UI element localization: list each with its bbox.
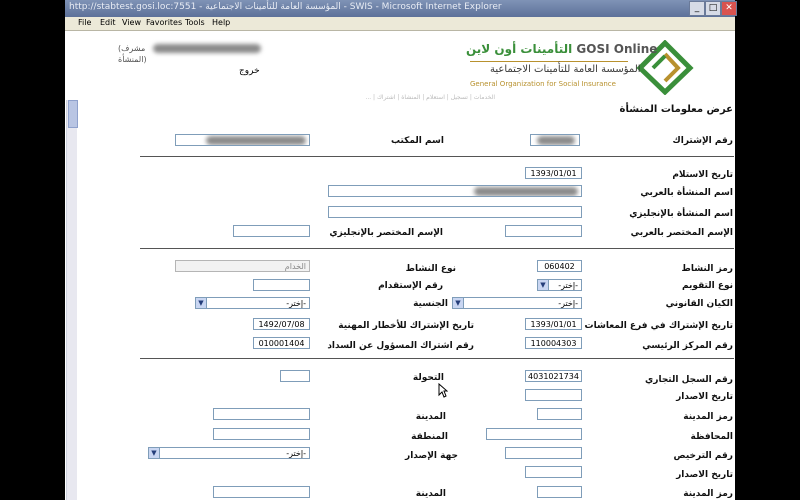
brand-ar: التأمينات أون لاين [466,42,573,56]
issue-date2-field[interactable] [525,466,582,478]
city2-field[interactable] [213,486,310,498]
name-ar-field[interactable] [328,185,582,197]
logout-link[interactable]: خروج [239,66,260,76]
window-titlebar: http://stabtest.gosi.loc:7551 - المؤسسة … [65,0,737,17]
org-name-en: General Organization for Social Insuranc… [470,80,616,88]
name-en-field[interactable] [328,206,582,218]
cr-no-field[interactable]: 4031021734 [525,370,582,382]
usage-no-label: رقم الإستقدام [378,281,443,291]
name-ar-label: اسم المنشأة بالعربي [640,188,733,198]
short-en-label: الإسم المختصر بالإنجليزي [329,228,443,238]
menu-bar: File Edit View Favorites Tools Help [65,17,735,31]
subscription-no-field[interactable] [530,134,580,146]
city2-label: المدينة [415,489,446,499]
pension-date-field[interactable]: 1393/01/01 [525,318,582,330]
license-no-field[interactable] [505,447,582,459]
license-no-label: رقم الترخيص [673,451,733,461]
vertical-scrollbar[interactable] [66,100,78,500]
menu-tools[interactable]: Tools [185,18,205,27]
hazards-date-label: تاريخ الإشتراك للأخطار المهنية [338,321,474,331]
user-role-2: المنشأة) [118,55,147,64]
user-role: (مشرف [118,44,146,53]
cr-no-label: رقم السجل التجاري [645,375,733,385]
legal-entity-label: الكيان القانوني [665,299,733,309]
menu-file[interactable]: File [78,18,91,27]
office-name-label: اسم المكتب [390,136,444,146]
legal-entity-select[interactable]: ▼ -إختر- [452,297,582,309]
issue-date-label: تاريخ الاصدار [676,392,733,402]
page-title: عرض معلومات المنشأة [619,104,733,115]
activity-code-field[interactable]: 060402 [537,260,582,272]
main-center-field[interactable]: 110004303 [525,337,582,349]
chevron-down-icon: ▼ [196,298,207,308]
name-en-label: اسم المنشأة بالإنجليزي [629,209,733,219]
menu-edit[interactable]: Edit [100,18,116,27]
issuer-label: جهة الإصدار [405,451,458,461]
short-en-field[interactable] [233,225,310,237]
window-title: http://stabtest.gosi.loc:7551 - المؤسسة … [69,2,502,12]
minimize-button[interactable]: _ [689,1,705,16]
maximize-button[interactable]: □ [705,1,721,16]
menu-view[interactable]: View [122,18,141,27]
hazards-date-field[interactable]: 1492/07/08 [253,318,310,330]
menu-favorites[interactable]: Favorites [146,18,182,27]
region-label: المنطقة [411,432,448,442]
brand-en: GOSI Online [576,42,658,56]
subscription-no-label: رقم الإشتراك [672,136,733,146]
city-label: المدينة [415,412,446,422]
pension-date-label: تاريخ الإشتراك في فرع المعاشات [584,321,733,331]
governorate-label: المحافظة [690,432,733,442]
activity-type-field: الخدام [175,260,310,272]
nationality-label: الجنسية [413,299,448,309]
nav-links-faint[interactable]: الخدمات | تسجيل | استعلام | المنشأة | اش… [125,94,495,101]
short-ar-field[interactable] [505,225,582,237]
chevron-down-icon: ▼ [149,448,160,458]
browser-content [65,31,735,500]
issuer-select[interactable]: ▼ -إختر- [148,447,310,459]
payer-no-label: رقم اشتراك المسؤول عن السداد [327,341,474,351]
nationality-select[interactable]: ▼ -إختر- [195,297,310,309]
governorate-field[interactable] [486,428,582,440]
city-code-label: رمز المدينة [683,412,733,422]
chevron-down-icon: ▼ [538,280,549,290]
org-name-ar: المؤسسة العامة للتأمينات الاجتماعية [490,64,641,75]
menu-help[interactable]: Help [212,18,230,27]
activity-type-label: نوع النشاط [405,264,456,274]
brand-title: التأمينات أون لاين GOSI Online [466,42,657,56]
close-button[interactable]: ✕ [721,1,737,16]
main-center-label: رقم المركز الرئيسي [642,341,733,351]
section-divider-2 [140,248,734,249]
usage-no-field[interactable] [253,279,310,291]
office-name-field[interactable] [175,134,310,146]
activity-code-label: رمز النشاط [681,264,733,274]
issue-date2-label: تاريخ الاصدار [676,470,733,480]
brand-divider [470,61,628,62]
receive-date-field[interactable]: 1393/01/01 [525,167,582,179]
city-field[interactable] [213,408,310,420]
city-code-field[interactable] [537,408,582,420]
short-ar-label: الإسم المختصر بالعربي [630,228,733,238]
region-field[interactable] [213,428,310,440]
city-code2-label: رمز المدينة [683,489,733,499]
transfer-field[interactable] [280,370,310,382]
chevron-down-icon: ▼ [453,298,464,308]
calendar-type-label: نوع التقويم [682,281,733,291]
receive-date-label: تاريخ الاستلام [672,170,733,180]
mouse-cursor-icon [438,383,448,398]
section-divider-3 [140,358,734,359]
section-divider-1 [140,156,734,157]
payer-no-field[interactable]: 010001404 [253,337,310,349]
city-code2-field[interactable] [537,486,582,498]
calendar-type-select[interactable]: ▼ -إختر- [537,279,582,291]
redacted-username [153,44,261,53]
transfer-label: التحولة [412,373,444,383]
scrollbar-thumb[interactable] [68,100,78,128]
issue-date-field[interactable] [525,389,582,401]
